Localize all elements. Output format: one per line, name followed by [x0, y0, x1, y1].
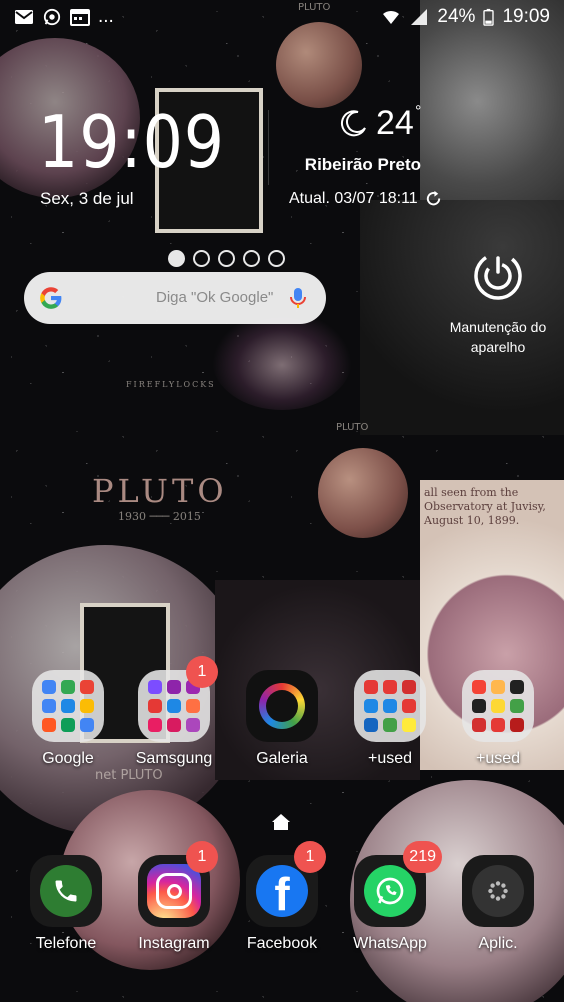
app-drawer[interactable]: Aplic. [448, 855, 548, 953]
microphone-icon[interactable] [286, 286, 310, 310]
weather-degree-symbol: ° [415, 103, 422, 120]
app-facebook[interactable]: f 1 Facebook [232, 841, 332, 953]
page-dot-4[interactable] [243, 250, 260, 267]
app-label: +used [367, 750, 413, 767]
apps-icon [462, 855, 534, 927]
app-label: Instagram [138, 935, 210, 952]
status-time: 19:09 [502, 6, 550, 27]
battery-icon [483, 8, 495, 26]
page-dot-1[interactable] [168, 250, 185, 267]
notification-badge: 1 [294, 841, 326, 873]
power-cycle-icon [474, 252, 522, 300]
notification-badge: 1 [186, 841, 218, 873]
wallpaper-pluto-label-mid: PLUTO [336, 422, 369, 433]
refresh-icon[interactable] [424, 189, 443, 208]
page-dot-2[interactable] [193, 250, 210, 267]
whatsapp-icon [43, 8, 61, 26]
wallpaper-pluto-title: PLUTO [92, 472, 228, 510]
nebula [212, 310, 352, 410]
status-bar-notifications: ... [14, 6, 114, 28]
app-whatsapp[interactable]: 219 WhatsApp [340, 841, 442, 953]
weather-updated-text: Atual. 03/07 18:11 [289, 189, 418, 207]
app-label: Telefone [35, 935, 97, 952]
app-label: Samsgung [135, 750, 213, 767]
folder-samsung[interactable]: 1 Samsgung [124, 656, 224, 768]
app-label: Aplic. [478, 935, 518, 952]
weather-city[interactable]: Ribeirão Preto [305, 155, 421, 175]
app-label: WhatsApp [353, 935, 427, 952]
used-folder-icon [354, 670, 426, 742]
app-gallery[interactable]: Galeria [232, 670, 332, 768]
page-indicator [168, 250, 285, 267]
clock-time[interactable]: 19:09 [38, 100, 225, 184]
app-instagram[interactable]: 1 Instagram [124, 841, 224, 953]
used-folder-icon-2 [462, 670, 534, 742]
gmail-icon [15, 10, 33, 24]
maintenance-label: Manutenção do aparelho [449, 319, 547, 355]
app-phone[interactable]: Telefone [16, 855, 116, 953]
google-g-icon [40, 287, 62, 309]
phone-icon [30, 855, 102, 927]
page-dot-3[interactable] [218, 250, 235, 267]
wallpaper-observatory-caption: all seen from the Observatory at Juvisy,… [424, 486, 546, 527]
wallpaper-fireflylocks: FIREFLYLOCKS [126, 380, 216, 389]
weather-updated[interactable]: Atual. 03/07 18:11 [289, 189, 443, 208]
device-maintenance-widget[interactable]: Manutenção do aparelho [446, 250, 550, 357]
notification-badge: 1 [186, 656, 218, 688]
google-search-bar[interactable]: Diga "Ok Google" [24, 272, 326, 324]
folder-google[interactable]: Google [18, 670, 118, 768]
app-label: Galeria [256, 750, 308, 767]
search-placeholder: Diga "Ok Google" [156, 289, 274, 306]
home-indicator-icon [272, 814, 290, 830]
status-bar-system: 24% 19:09 [381, 6, 550, 28]
wallpaper-years: 1930 ─── 2015 [118, 510, 201, 523]
battery-percentage: 24% [437, 6, 476, 27]
wallpaper-net-pluto: net PLUTO [95, 768, 163, 783]
folder-used-1[interactable]: +used [340, 670, 440, 768]
signal-icon [411, 9, 428, 25]
app-label: Facebook [246, 935, 318, 952]
gallery-icon [246, 670, 318, 742]
folder-used-2[interactable]: +used [448, 670, 548, 768]
weather-temperature[interactable]: 24 [376, 104, 414, 143]
status-bar: ... 24% 19:09 [0, 0, 564, 34]
app-label: +used [475, 750, 521, 767]
pluto-planet-top [276, 22, 362, 108]
moon-icon [340, 110, 366, 137]
pluto-planet-middle [318, 448, 408, 538]
page-dot-5[interactable] [268, 250, 285, 267]
wifi-icon [383, 10, 400, 24]
notification-badge: 219 [403, 841, 442, 873]
clock-date[interactable]: Sex, 3 de jul [40, 189, 134, 209]
more-notifications-indicator: ... [98, 6, 114, 27]
app-label: Google [42, 750, 94, 767]
google-folder-icon [32, 670, 104, 742]
calendar-icon [70, 9, 90, 26]
